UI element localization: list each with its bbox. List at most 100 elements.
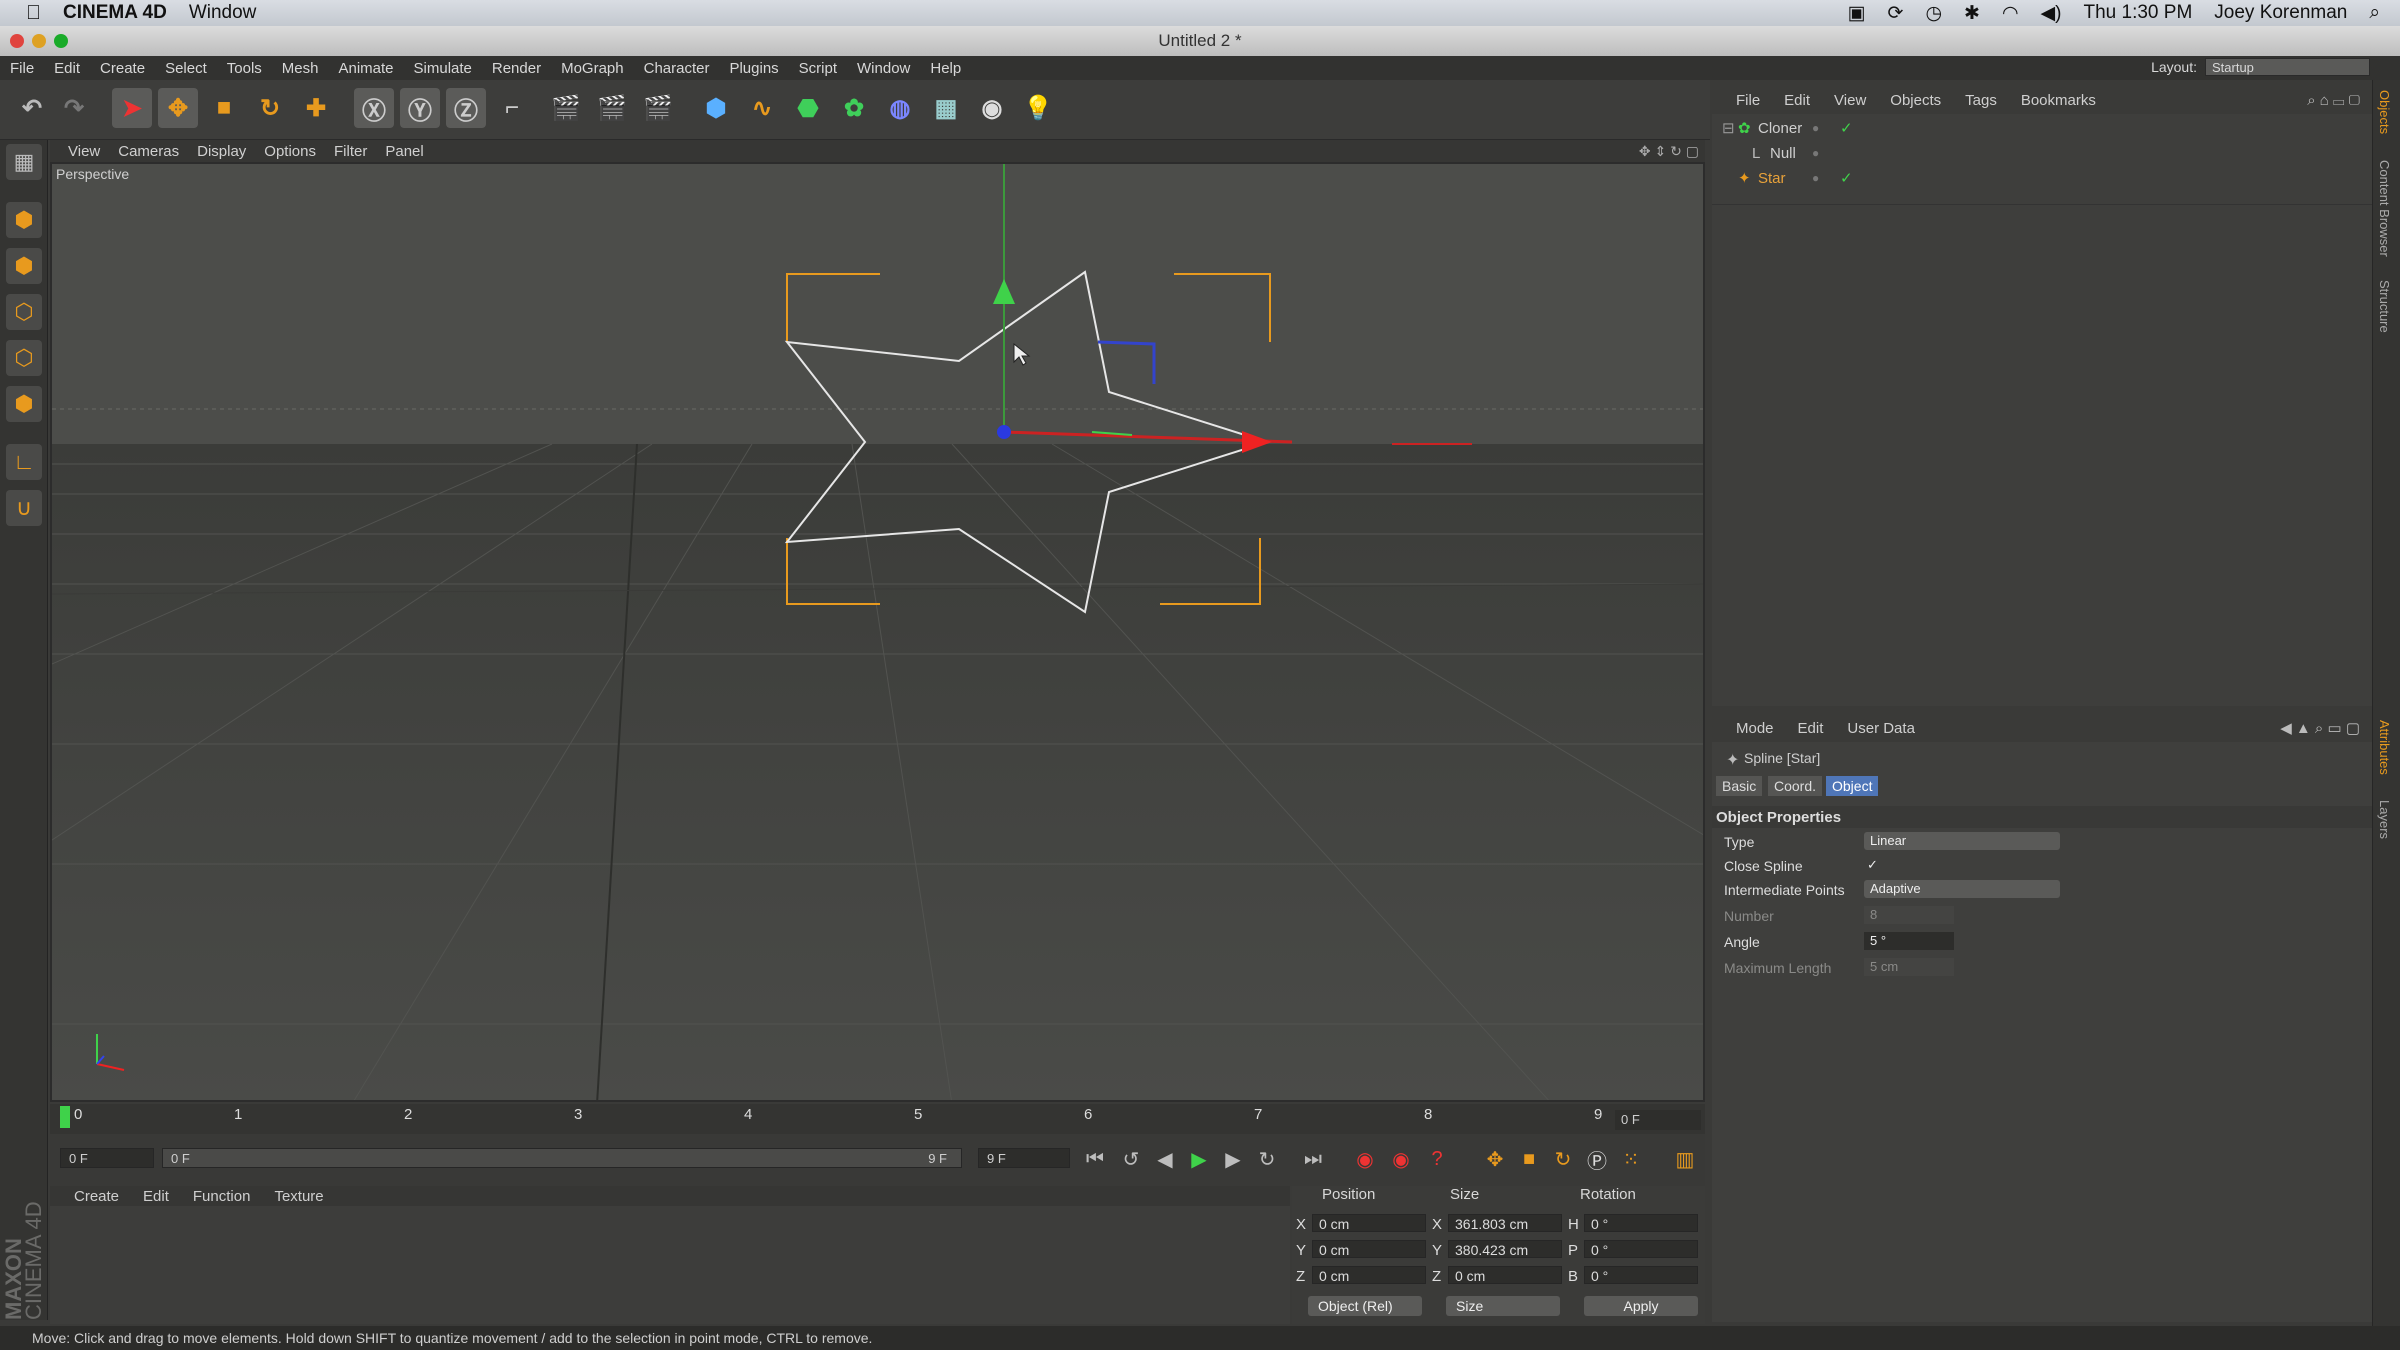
viewport-menu-view[interactable]: View	[68, 143, 100, 160]
rot-b-field[interactable]: 0 °	[1584, 1266, 1698, 1284]
material-menu-function[interactable]: Function	[193, 1188, 251, 1205]
visibility-dots[interactable]: ●	[1812, 116, 1819, 141]
render-settings-icon[interactable]: 🎬	[638, 88, 678, 128]
tab-basic[interactable]: Basic	[1716, 776, 1763, 796]
z-axis-lock-icon[interactable]: Ⓩ	[446, 88, 486, 128]
size-x-field[interactable]: 361.803 cm	[1448, 1214, 1562, 1232]
pos-y-field[interactable]: 0 cm	[1312, 1240, 1426, 1258]
attributes-menu-edit[interactable]: Edit	[1798, 720, 1824, 737]
timeline-window-icon[interactable]: ▥	[1670, 1144, 1700, 1174]
spotlight-icon[interactable]: ⌕	[2369, 2, 2380, 24]
menu-file[interactable]: File	[10, 60, 34, 77]
menu-select[interactable]: Select	[165, 60, 207, 77]
camera-object-icon[interactable]: ◉	[972, 88, 1012, 128]
size-z-field[interactable]: 0 cm	[1448, 1266, 1562, 1284]
pos-x-field[interactable]: 0 cm	[1312, 1214, 1426, 1232]
close-spline-checkbox[interactable]: ✓	[1864, 856, 1882, 874]
start-frame-field[interactable]: 0 F	[60, 1148, 154, 1168]
close-window-button[interactable]	[10, 34, 24, 48]
spline-pen-icon[interactable]: ∿	[742, 88, 782, 128]
previous-key-icon[interactable]: ↺	[1116, 1144, 1146, 1174]
menu-window[interactable]: Window	[857, 60, 910, 77]
objects-menu-objects[interactable]: Objects	[1890, 92, 1941, 109]
wifi-icon[interactable]: ◠	[2002, 2, 2019, 25]
menu-plugins[interactable]: Plugins	[729, 60, 778, 77]
type-dropdown[interactable]: Linear	[1864, 832, 2060, 850]
make-editable-icon[interactable]: ▦	[6, 144, 42, 180]
move-tool-icon[interactable]: ✥	[158, 88, 198, 128]
objects-menu-view[interactable]: View	[1834, 92, 1866, 109]
model-mode-icon[interactable]: ⬢	[6, 202, 42, 238]
keyframe-selection-icon[interactable]: ?	[1422, 1144, 1452, 1174]
number-field[interactable]: 8	[1864, 906, 1954, 924]
menu-edit[interactable]: Edit	[54, 60, 80, 77]
minimize-window-button[interactable]	[32, 34, 46, 48]
object-row-star[interactable]: ✦ Star ● ✓	[1712, 166, 2372, 191]
y-axis-lock-icon[interactable]: Ⓨ	[400, 88, 440, 128]
light-icon[interactable]: 💡	[1018, 88, 1058, 128]
end-frame-field[interactable]: 9 F	[978, 1148, 1070, 1168]
undo-icon[interactable]: ↶	[12, 88, 52, 128]
object-row-null[interactable]: L Null ●	[1712, 141, 2372, 166]
attributes-menu-user-data[interactable]: User Data	[1847, 720, 1915, 737]
maximum-length-field[interactable]: 5 cm	[1864, 958, 1954, 976]
viewport-menu-display[interactable]: Display	[197, 143, 246, 160]
polygons-mode-icon[interactable]: ⬢	[6, 386, 42, 422]
objects-menu-edit[interactable]: Edit	[1784, 92, 1810, 109]
menu-mograph[interactable]: MoGraph	[561, 60, 624, 77]
object-name[interactable]: Star	[1758, 166, 1786, 191]
rot-p-field[interactable]: 0 °	[1584, 1240, 1698, 1258]
scale-tool-icon[interactable]: ■	[204, 88, 244, 128]
objects-menu-tags[interactable]: Tags	[1965, 92, 1997, 109]
previous-frame-icon[interactable]: ◀	[1150, 1144, 1180, 1174]
intermediate-points-dropdown[interactable]: Adaptive	[1864, 880, 2060, 898]
autokey-icon[interactable]: ◉	[1386, 1144, 1416, 1174]
visibility-dots[interactable]: ●	[1812, 166, 1819, 191]
menu-simulate[interactable]: Simulate	[414, 60, 472, 77]
record-point-level-icon[interactable]: ⁙	[1616, 1144, 1646, 1174]
menu-render[interactable]: Render	[492, 60, 541, 77]
side-tab-attributes[interactable]: Attributes	[2377, 720, 2392, 775]
magnet-icon[interactable]: ∪	[6, 490, 42, 526]
volume-icon[interactable]: ◀)	[2041, 2, 2062, 25]
timeline-ruler[interactable]: 0 1 2 3 4 5 6 7 8 9 0 F	[50, 1104, 1705, 1134]
material-manager-area[interactable]	[50, 1206, 1290, 1324]
play-icon[interactable]: ▶	[1184, 1144, 1214, 1174]
live-selection-icon[interactable]: ➤	[112, 88, 152, 128]
material-menu-create[interactable]: Create	[74, 1188, 119, 1205]
playhead[interactable]	[60, 1106, 70, 1128]
timemachine-icon[interactable]: ◷	[1925, 2, 1942, 25]
tab-coord[interactable]: Coord.	[1768, 776, 1823, 796]
object-name[interactable]: Null	[1770, 141, 1796, 166]
menu-script[interactable]: Script	[799, 60, 837, 77]
apple-icon[interactable]: 	[26, 2, 41, 25]
menu-tools[interactable]: Tools	[227, 60, 262, 77]
layout-dropdown[interactable]: Startup	[2205, 58, 2370, 76]
next-frame-icon[interactable]: ▶	[1218, 1144, 1248, 1174]
tab-object[interactable]: Object	[1826, 776, 1879, 796]
side-tab-structure[interactable]: Structure	[2377, 280, 2392, 333]
redo-icon[interactable]: ↷	[54, 88, 94, 128]
edges-mode-icon[interactable]: ⬡	[6, 340, 42, 376]
material-menu-texture[interactable]: Texture	[274, 1188, 323, 1205]
axis-mode-icon[interactable]: ∟	[6, 444, 42, 480]
visibility-dots[interactable]: ●	[1812, 141, 1819, 166]
menu-mesh[interactable]: Mesh	[282, 60, 319, 77]
attributes-menu-mode[interactable]: Mode	[1736, 720, 1774, 737]
enabled-check-icon[interactable]: ✓	[1840, 116, 1853, 141]
record-position-icon[interactable]: ✥	[1480, 1144, 1510, 1174]
range-slider[interactable]: 0 F 9 F	[162, 1148, 962, 1168]
camera-icon[interactable]: ▣	[1848, 2, 1866, 25]
rotate-tool-icon[interactable]: ↻	[250, 88, 290, 128]
deformer-icon[interactable]: ◍	[880, 88, 920, 128]
pos-z-field[interactable]: 0 cm	[1312, 1266, 1426, 1284]
x-axis-lock-icon[interactable]: Ⓧ	[354, 88, 394, 128]
next-key-icon[interactable]: ↻	[1252, 1144, 1282, 1174]
rot-h-field[interactable]: 0 °	[1584, 1214, 1698, 1232]
side-tab-layers[interactable]: Layers	[2377, 800, 2392, 839]
cube-icon[interactable]: ⬢	[696, 88, 736, 128]
side-tab-content-browser[interactable]: Content Browser	[2377, 160, 2392, 257]
viewport-menu-options[interactable]: Options	[264, 143, 316, 160]
user-name[interactable]: Joey Korenman	[2214, 2, 2347, 24]
enabled-check-icon[interactable]: ✓	[1840, 166, 1853, 191]
